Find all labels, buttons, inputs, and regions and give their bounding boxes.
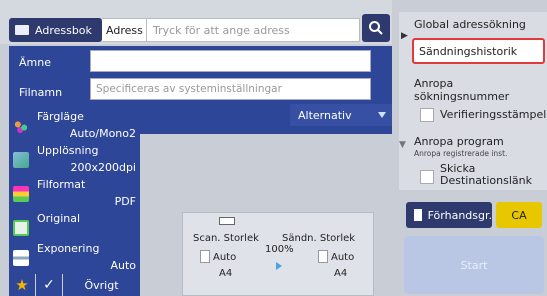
original-label: Original [37,212,81,225]
ca-button[interactable]: CA [496,202,542,228]
original-button[interactable]: Original [9,210,140,244]
scanner-icon [219,217,235,225]
resolution-label: Upplösning [37,144,99,157]
address-label: Adress [102,18,146,42]
resolution-icon [13,152,29,168]
search-icon [369,21,383,35]
send-history-button[interactable]: Sändningshistorik [412,38,545,64]
start-label: Start [460,258,488,272]
addressbook-label: Adressbok [35,23,92,37]
chevron-down-icon [378,112,386,118]
preview-icon [414,209,422,221]
global-address-search[interactable]: Global adressökning [414,18,526,31]
destination-link-label: Skicka Destinationslänk [440,163,532,187]
filename-label: Filnamn [19,86,63,99]
subject-input[interactable] [90,50,371,72]
preview-label: Förhandsgr. [427,208,492,222]
book-icon [15,25,29,35]
paper-icon [318,250,328,263]
file-format-label: Filformat [37,178,86,191]
call-program[interactable]: Anropa program [414,135,504,148]
color-mode-icon [13,118,29,134]
exposure-value: Auto [110,259,136,272]
check-button[interactable]: ✓ [36,274,62,296]
send-size-label: Sändn. Storlek [282,233,356,244]
exposure-icon [13,250,29,266]
start-button[interactable]: Start [404,236,544,294]
favorite-button[interactable]: ★ [9,274,35,296]
verification-stamp-checkbox[interactable] [420,108,434,122]
chevron-down-icon[interactable]: ▼ [399,140,406,150]
paper-icon [200,250,210,263]
collapse-icon[interactable]: ▶ [401,31,408,41]
addressbook-button[interactable]: Adressbok [9,18,102,42]
original-icon [13,220,29,236]
destination-link-line2: Destinationslänk [440,174,532,187]
arrow-right-icon [276,262,282,270]
scan-paper-value: A4 [219,268,233,279]
exposure-button[interactable]: Exponering Auto [9,240,140,274]
filename-input[interactable]: Specificeras av systeminställningar [90,78,371,100]
other-button[interactable]: Övrigt [63,274,140,296]
file-format-value: PDF [114,195,136,208]
scan-size-label: Scan. Storlek [193,233,259,244]
color-mode-label: Färgläge [37,110,84,123]
resolution-button[interactable]: Upplösning 200x200dpi [9,142,140,176]
color-mode-button[interactable]: Färgläge Auto/Mono2 [9,108,140,142]
call-program-sub: Anropa registrerade inst. [414,149,508,158]
star-icon: ★ [15,276,29,294]
color-mode-value: Auto/Mono2 [69,127,136,140]
alternativ-button[interactable]: Alternativ [290,104,392,126]
send-auto-value: Auto [331,252,355,263]
preview-button[interactable]: Förhandsgr. [406,202,492,228]
scan-auto-value: Auto [213,252,237,263]
subject-label: Ämne [19,56,51,69]
exposure-label: Exponering [37,242,100,255]
file-format-button[interactable]: Filformat PDF [9,176,140,210]
search-button[interactable] [362,14,390,42]
file-format-icon [13,186,29,202]
check-icon: ✓ [43,277,55,293]
destination-link-checkbox[interactable] [420,170,434,184]
resolution-value: 200x200dpi [70,161,136,174]
verification-stamp-label: Verifieringsstämpel [440,108,547,121]
alternativ-label: Alternativ [298,108,352,122]
send-paper-value: A4 [334,268,348,279]
ratio-value: 100% [265,244,294,255]
address-input[interactable]: Tryck för att ange adress [146,18,360,42]
call-search-number[interactable]: Anropa sökningsnummer [414,77,547,103]
